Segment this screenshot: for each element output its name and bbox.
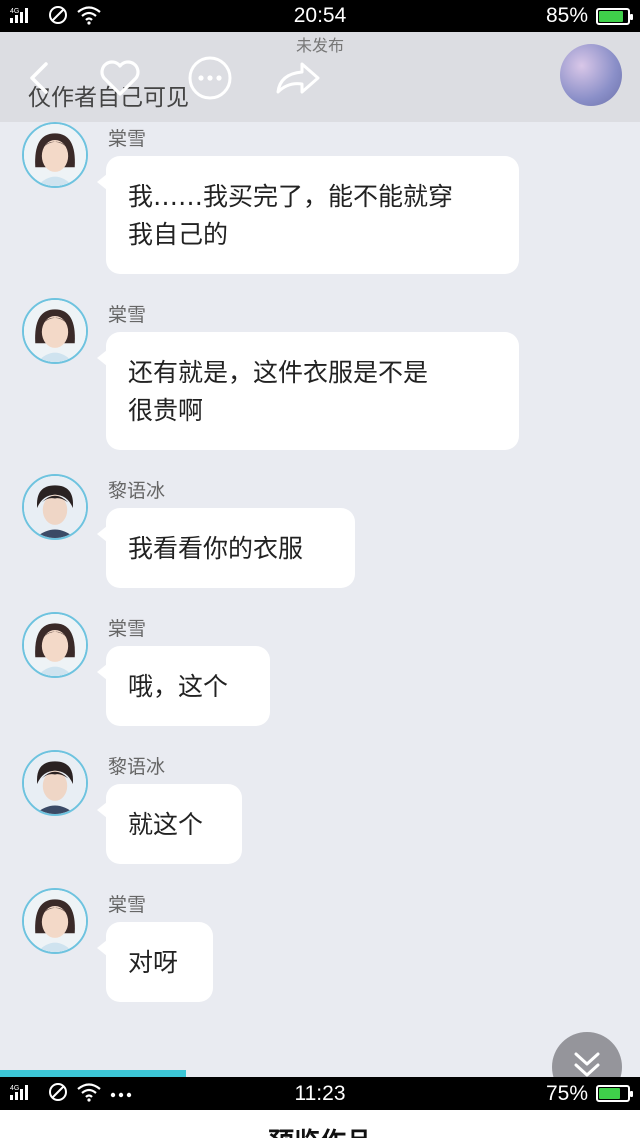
avatar-girl[interactable] xyxy=(22,122,88,188)
message-bubble: 对呀 xyxy=(97,922,213,1002)
reading-progress-bar xyxy=(0,1070,186,1077)
heart-icon[interactable] xyxy=(96,54,144,102)
do-not-disturb-icon xyxy=(48,1082,68,1105)
avatar-girl[interactable] xyxy=(22,612,88,678)
sender-name: 棠雪 xyxy=(108,894,147,916)
post-header: 未发布 仅作者自己可见 xyxy=(0,32,640,122)
avatar-girl[interactable] xyxy=(22,888,88,954)
signal-icon: 4G xyxy=(10,6,40,27)
more-notifications-icon xyxy=(110,1086,132,1102)
cover-thumbnail[interactable] xyxy=(560,44,622,106)
wifi-icon xyxy=(76,5,102,28)
back-icon[interactable] xyxy=(16,54,64,102)
message-text-line: 我……我买完了，能不能就穿 xyxy=(128,182,454,211)
battery-icon xyxy=(596,7,633,25)
message-bubble: 就这个 xyxy=(97,784,242,864)
page-title: 预览作品 xyxy=(0,1122,640,1138)
svg-text:4G: 4G xyxy=(10,8,19,15)
status-bar: 4G 11:23 75% xyxy=(0,1077,640,1110)
message-text-line: 很贵啊 xyxy=(128,396,204,425)
more-icon[interactable] xyxy=(186,54,234,102)
share-icon[interactable] xyxy=(274,54,322,102)
message-bubble: 我看看你的衣服 xyxy=(97,508,355,588)
publish-status: 未发布 xyxy=(295,36,344,55)
message-bubble: 哦，这个 xyxy=(97,646,270,726)
avatar-boy[interactable] xyxy=(22,750,88,816)
message-bubble: 还有就是，这件衣服是不是 很贵啊 xyxy=(97,332,519,450)
svg-text:4G: 4G xyxy=(10,1085,19,1092)
message-bubble: 我……我买完了，能不能就穿 我自己的 xyxy=(97,156,519,274)
sender-name: 黎语冰 xyxy=(108,480,166,502)
message-text-line: 我自己的 xyxy=(128,220,229,249)
sender-name: 黎语冰 xyxy=(108,756,166,778)
sender-name: 棠雪 xyxy=(108,128,147,150)
wifi-icon xyxy=(76,1082,102,1105)
avatar-girl[interactable] xyxy=(22,298,88,364)
status-time: 20:54 xyxy=(293,4,347,27)
message-text-line: 还有就是，这件衣服是不是 xyxy=(128,358,429,387)
sender-name: 棠雪 xyxy=(108,304,147,326)
status-time: 11:23 xyxy=(294,1081,346,1105)
sender-name: 棠雪 xyxy=(108,618,147,640)
battery-percent: 85% xyxy=(545,4,588,27)
chat-list: 棠雪 我……我买完了，能不能就穿 我自己的 棠雪 还有就是，这件衣服是不是 很贵… xyxy=(0,122,640,1077)
preview-footer: 预览作品 xyxy=(0,1110,640,1138)
status-bar: 4G 20:54 85% xyxy=(0,0,640,32)
battery-icon xyxy=(596,1085,633,1102)
signal-icon: 4G xyxy=(10,1083,40,1104)
avatar-boy[interactable] xyxy=(22,474,88,540)
do-not-disturb-icon xyxy=(48,5,68,28)
battery-percent: 75% xyxy=(545,1081,588,1105)
